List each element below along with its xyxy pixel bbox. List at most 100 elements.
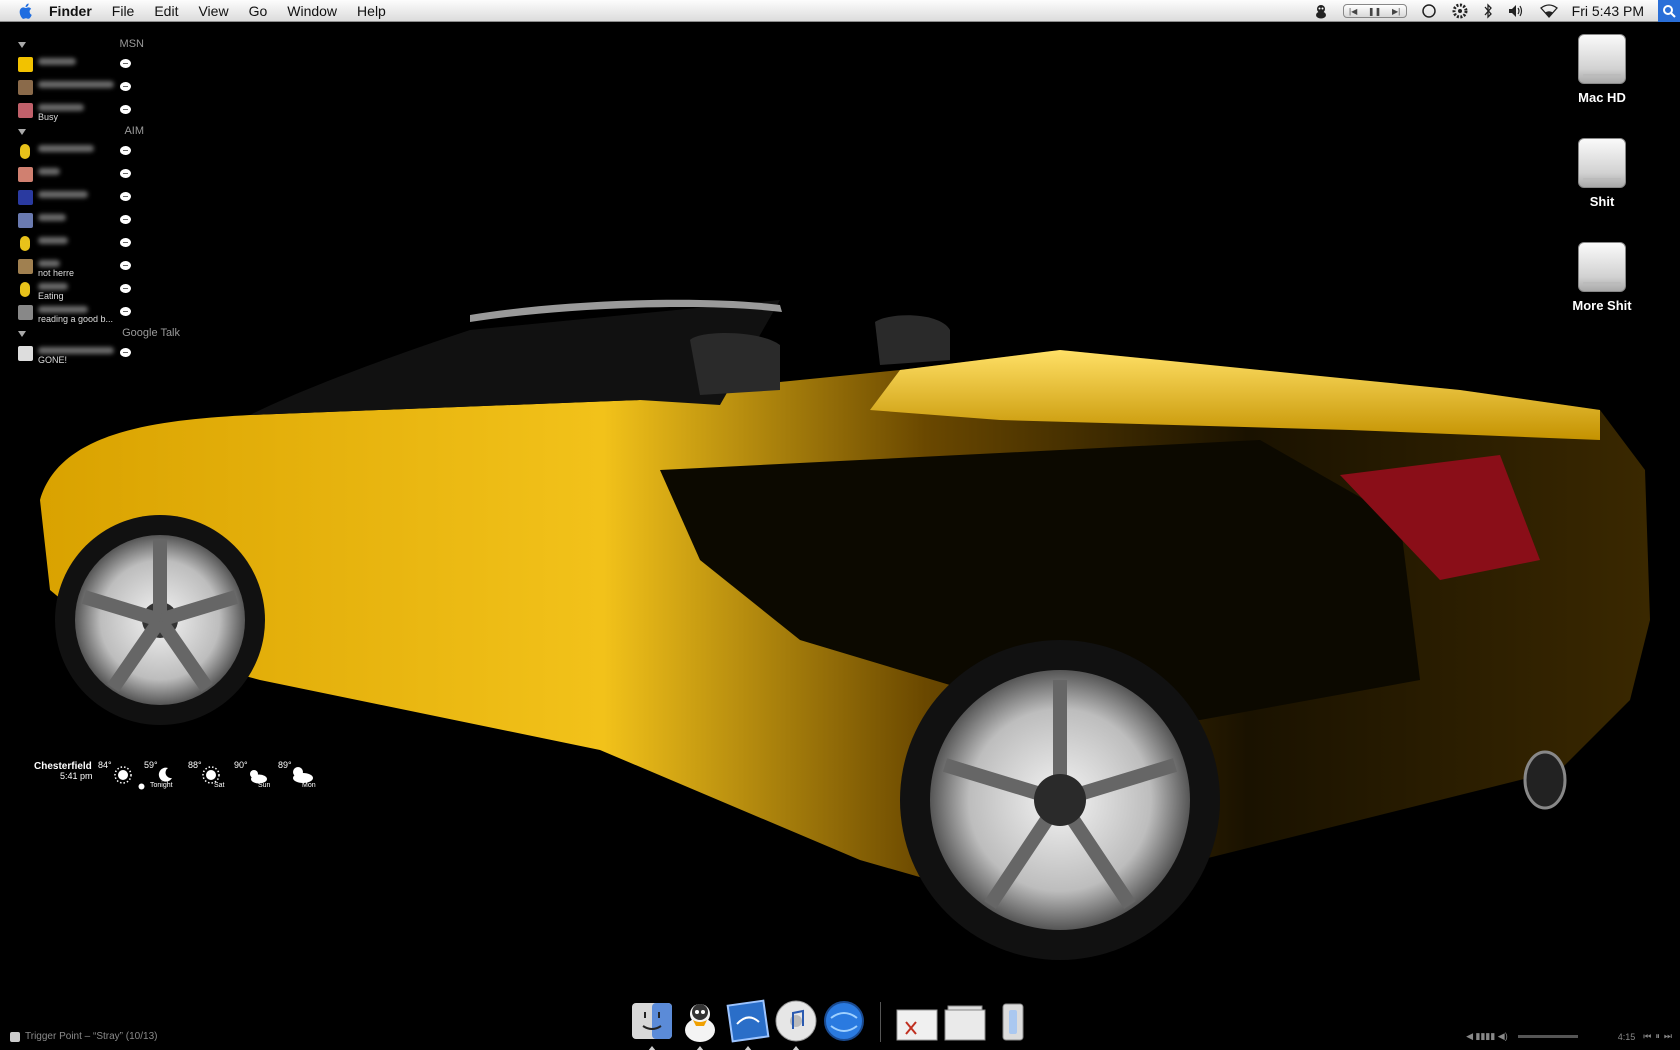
menu-view[interactable]: View [188,0,238,22]
buddy-item[interactable] [14,187,164,210]
disclosure-triangle-icon[interactable] [18,331,26,337]
status-bubble-icon [120,146,131,155]
status-bubble-icon [120,192,131,201]
buddy-item[interactable]: Busy [14,100,164,123]
desktop-icon-more-shit[interactable]: More Shit [1547,242,1657,313]
buddy-name-blurred [38,260,60,267]
adium-duck-icon[interactable] [1313,3,1329,19]
volume-icon[interactable]: ◀ ▮▮▮▮ ◀) [1466,1031,1508,1042]
buddy-item[interactable]: reading a good b... [14,302,164,325]
dock-folder-stack-icon[interactable] [942,998,988,1044]
buddy-name-blurred [38,81,114,88]
dock-browser-icon[interactable] [821,998,867,1044]
running-indicator [696,1046,704,1050]
buddy-name-blurred [38,306,88,313]
avatar [18,167,33,182]
dock-mail-icon[interactable] [725,998,771,1050]
desktop-icon-shit[interactable]: Shit [1547,138,1657,209]
buddy-group-google-talk[interactable]: Google Talk [14,325,180,343]
sun-icon [114,766,132,784]
weather-widget[interactable]: Chesterfield 5:41 pm 84° 59° Tonight 88°… [30,756,320,792]
buddy-item[interactable] [14,141,164,164]
buddy-item[interactable]: not herre [14,256,164,279]
status-bubble-icon [120,215,131,224]
status-bubble-icon [120,59,131,68]
status-bubble-icon [120,238,131,247]
buddy-name-blurred [38,104,84,111]
volume-icon[interactable] [1507,3,1525,19]
buddy-item[interactable] [14,54,164,77]
spotlight-icon[interactable] [1658,0,1680,22]
buddy-status: not herre [38,268,75,278]
weather-temp: 59° [144,760,158,770]
dock-itunes-icon[interactable] [773,998,819,1050]
status-bubble-icon [120,105,131,114]
wifi-icon[interactable] [1539,3,1559,19]
usb-drive-icon [1578,242,1626,292]
buddy-status: GONE! [38,355,68,365]
buddy-name-blurred [38,237,68,244]
next-track-icon[interactable]: ▶| [1392,7,1400,16]
sync-icon[interactable] [1421,3,1437,19]
running-indicator [792,1046,800,1050]
weather-day: Mon [302,782,316,789]
aim-runner-icon [20,282,30,297]
menu-app-finder[interactable]: Finder [45,0,102,22]
next-track-icon[interactable]: ⏭ [1664,1031,1672,1042]
status-bubble-icon [120,169,131,178]
gear-icon[interactable] [1451,2,1469,20]
pause-icon[interactable]: ⏸ [1655,1031,1660,1042]
buddy-name-blurred [38,191,88,198]
moon-icon [158,767,172,782]
aim-runner-icon [20,144,30,159]
buddy-item[interactable] [14,233,164,256]
menu-help[interactable]: Help [347,0,396,22]
avatar [18,57,33,72]
buddy-name-blurred [38,214,66,221]
dock-separator [880,1002,881,1042]
disclosure-triangle-icon[interactable] [18,42,26,48]
dock [628,992,1040,1050]
menu-edit[interactable]: Edit [144,0,188,22]
weather-day: Tonight [150,782,173,789]
pause-icon[interactable]: ❚❚ [1368,7,1381,16]
avatar [18,305,33,320]
hard-drive-icon [1578,138,1626,188]
avatar [18,259,33,274]
buddy-item[interactable] [14,77,164,100]
group-name: AIM [124,125,144,137]
buddy-group-msn[interactable]: MSN [14,36,164,54]
hard-drive-icon [1578,34,1626,84]
player-time: 4:15 [1617,1031,1636,1042]
disclosure-triangle-icon[interactable] [18,129,26,135]
buddy-group-aim[interactable]: AIM [14,123,164,141]
apple-menu-icon[interactable] [17,2,35,20]
buddy-status: Eating [38,291,64,301]
weather-temp: 84° [98,760,112,770]
menu-go[interactable]: Go [239,0,278,22]
running-indicator [744,1046,752,1050]
progress-bar[interactable] [1517,1035,1578,1038]
desktop-icon-label: More Shit [1572,298,1632,313]
dock-trash-icon[interactable] [990,998,1036,1044]
buddy-item[interactable] [14,164,164,187]
buddy-item[interactable] [14,210,164,233]
menu-extras: |◀ ❚❚ ▶| Fri 5:43 PM [1306,0,1680,22]
weather-day: Sun [258,782,271,789]
itunes-controls[interactable]: |◀ ❚❚ ▶| [1342,4,1407,18]
buddy-item[interactable]: Eating [14,279,164,302]
menubar-clock[interactable]: Fri 5:43 PM [1572,3,1644,19]
desktop-icon-mac-hd[interactable]: Mac HD [1547,34,1657,105]
running-indicator [648,1046,656,1050]
buddy-item[interactable]: GONE! [14,343,164,366]
dock-finder-icon[interactable] [629,998,675,1050]
dock-adium-icon[interactable] [677,998,723,1050]
bluetooth-icon[interactable] [1483,3,1493,19]
previous-track-icon[interactable]: |◀ [1349,7,1357,16]
dock-document-icon[interactable] [894,998,940,1044]
previous-track-icon[interactable]: ⏮ [1643,1031,1651,1042]
menu-window[interactable]: Window [277,0,347,22]
buddy-name-blurred [38,347,114,354]
menu-file[interactable]: File [102,0,145,22]
now-playing[interactable]: Trigger Point – “Stray” (10/13) [10,1031,157,1042]
